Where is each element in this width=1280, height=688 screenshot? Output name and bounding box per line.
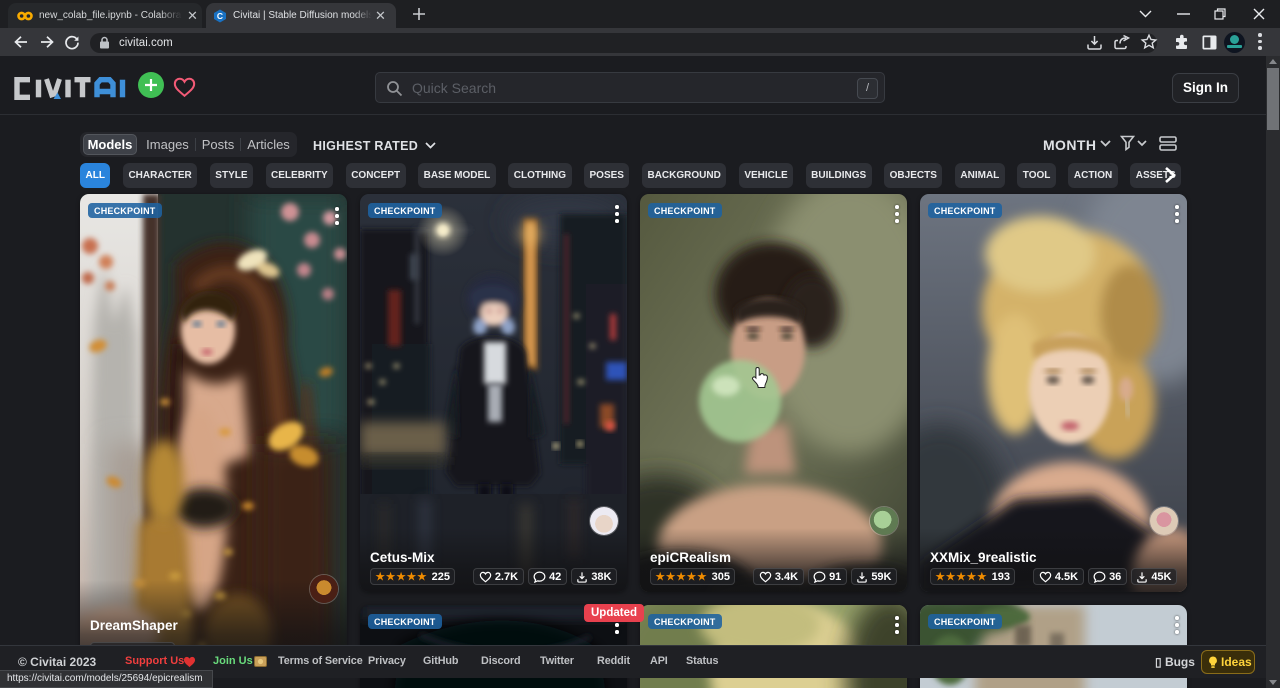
svg-text:C: C [217,11,223,21]
